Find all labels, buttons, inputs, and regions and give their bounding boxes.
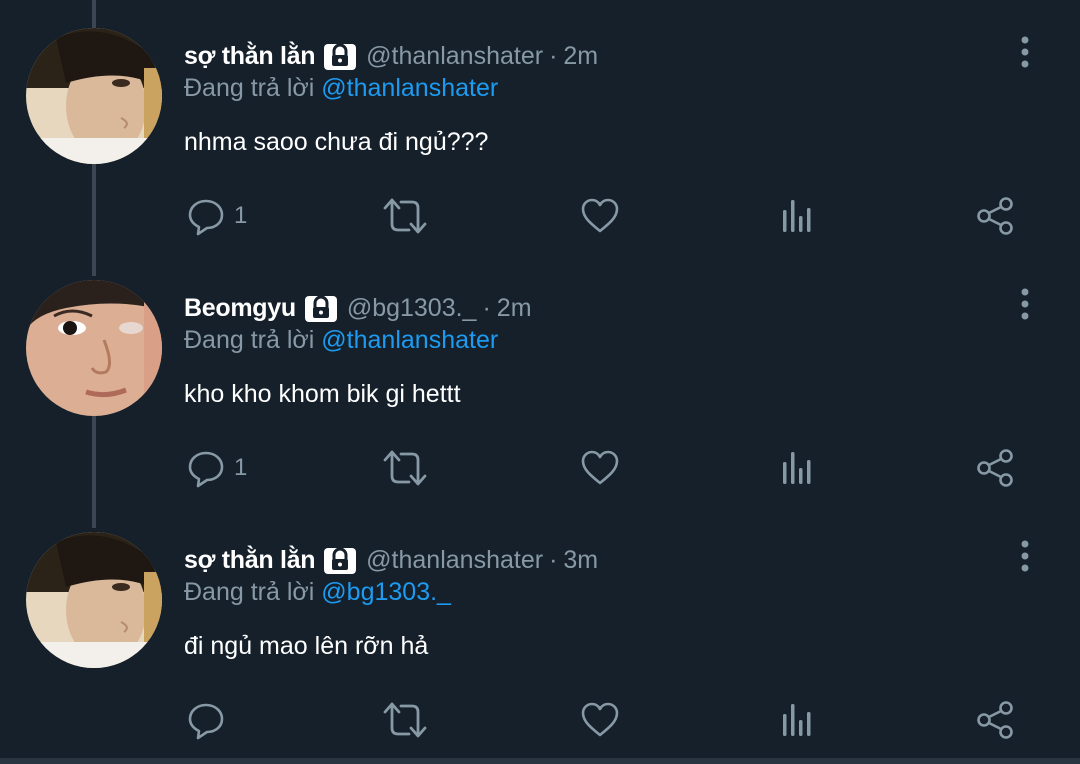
display-name[interactable]: sợ thằn lằn bbox=[184, 546, 315, 575]
reply-count: 1 bbox=[234, 454, 248, 481]
share-icon bbox=[977, 449, 1013, 487]
more-options-icon[interactable] bbox=[1010, 538, 1040, 574]
stats-button[interactable] bbox=[780, 444, 816, 492]
reply-mention-link[interactable]: @bg1303._ bbox=[321, 578, 451, 606]
tweet-actions: 1 bbox=[0, 444, 1080, 492]
bottom-divider bbox=[0, 758, 1080, 764]
avatar[interactable] bbox=[26, 280, 162, 416]
tweet-text: đi ngủ mao lên rỡn hả bbox=[184, 632, 429, 660]
separator: · bbox=[549, 41, 558, 70]
share-icon bbox=[977, 701, 1013, 739]
tweet-actions bbox=[0, 696, 1080, 744]
share-button[interactable] bbox=[975, 696, 1015, 744]
retweet-button[interactable] bbox=[382, 444, 428, 492]
timestamp[interactable]: 2m bbox=[563, 42, 598, 71]
display-name[interactable]: Beomgyu bbox=[184, 294, 296, 323]
reply-icon bbox=[188, 451, 224, 488]
reply-icon bbox=[188, 703, 224, 740]
lock-icon bbox=[323, 40, 357, 72]
reply-prefix: Đang trả lời bbox=[184, 74, 315, 102]
reply-button[interactable]: 1 bbox=[186, 444, 247, 492]
like-button[interactable] bbox=[580, 444, 620, 492]
share-button[interactable] bbox=[975, 444, 1015, 492]
tweet-header: sợ thằn lằn @thanlanshater · 3m bbox=[184, 540, 598, 580]
retweet-icon bbox=[383, 702, 427, 738]
lock-icon bbox=[323, 544, 357, 576]
tweet-actions: 1 bbox=[0, 192, 1080, 240]
user-handle[interactable]: @bg1303._ bbox=[347, 294, 477, 323]
share-button[interactable] bbox=[975, 192, 1015, 240]
avatar[interactable] bbox=[26, 532, 162, 668]
reply-icon bbox=[188, 199, 224, 236]
more-options-icon[interactable] bbox=[1010, 34, 1040, 70]
tweet-header: sợ thằn lằn @thanlanshater · 2m bbox=[184, 36, 598, 76]
tweet-1[interactable]: sợ thằn lằn @thanlanshater · 2m Đang trả… bbox=[0, 0, 1080, 276]
avatar[interactable] bbox=[26, 28, 162, 164]
timestamp[interactable]: 2m bbox=[497, 294, 532, 323]
user-handle[interactable]: @thanlanshater bbox=[366, 546, 543, 575]
stats-button[interactable] bbox=[780, 696, 816, 744]
reply-context: Đang trả lời @bg1303._ bbox=[184, 578, 451, 607]
retweet-icon bbox=[383, 450, 427, 486]
stats-icon bbox=[783, 200, 811, 232]
stats-icon bbox=[783, 704, 811, 736]
like-icon bbox=[581, 450, 619, 485]
like-button[interactable] bbox=[580, 696, 620, 744]
tweet-text: nhma saoo chưa đi ngủ??? bbox=[184, 128, 489, 156]
more-options-icon[interactable] bbox=[1010, 286, 1040, 322]
retweet-icon bbox=[383, 198, 427, 234]
reply-prefix: Đang trả lời bbox=[184, 578, 315, 606]
stats-button[interactable] bbox=[780, 192, 816, 240]
separator: · bbox=[482, 293, 491, 322]
tweet-header: Beomgyu @bg1303._ · 2m bbox=[184, 288, 532, 328]
like-button[interactable] bbox=[580, 192, 620, 240]
retweet-button[interactable] bbox=[382, 696, 428, 744]
reply-mention-link[interactable]: @thanlanshater bbox=[321, 74, 498, 102]
separator: · bbox=[549, 545, 558, 574]
tweet-text: kho kho khom bik gi hettt bbox=[184, 380, 461, 408]
share-icon bbox=[977, 197, 1013, 235]
reply-context: Đang trả lời @thanlanshater bbox=[184, 74, 498, 103]
like-icon bbox=[581, 198, 619, 233]
timestamp[interactable]: 3m bbox=[563, 546, 598, 575]
retweet-button[interactable] bbox=[382, 192, 428, 240]
reply-button[interactable] bbox=[186, 696, 234, 744]
user-handle[interactable]: @thanlanshater bbox=[366, 42, 543, 71]
tweet-2[interactable]: Beomgyu @bg1303._ · 2m Đang trả lời @tha… bbox=[0, 252, 1080, 528]
lock-icon bbox=[304, 292, 338, 324]
thread-line bbox=[92, 0, 96, 28]
reply-count: 1 bbox=[234, 202, 248, 229]
reply-prefix: Đang trả lời bbox=[184, 326, 315, 354]
like-icon bbox=[581, 702, 619, 737]
reply-button[interactable]: 1 bbox=[186, 192, 247, 240]
stats-icon bbox=[783, 452, 811, 484]
reply-context: Đang trả lời @thanlanshater bbox=[184, 326, 498, 355]
tweet-3[interactable]: sợ thằn lằn @thanlanshater · 3m Đang trả… bbox=[0, 504, 1080, 756]
reply-mention-link[interactable]: @thanlanshater bbox=[321, 326, 498, 354]
display-name[interactable]: sợ thằn lằn bbox=[184, 42, 315, 71]
